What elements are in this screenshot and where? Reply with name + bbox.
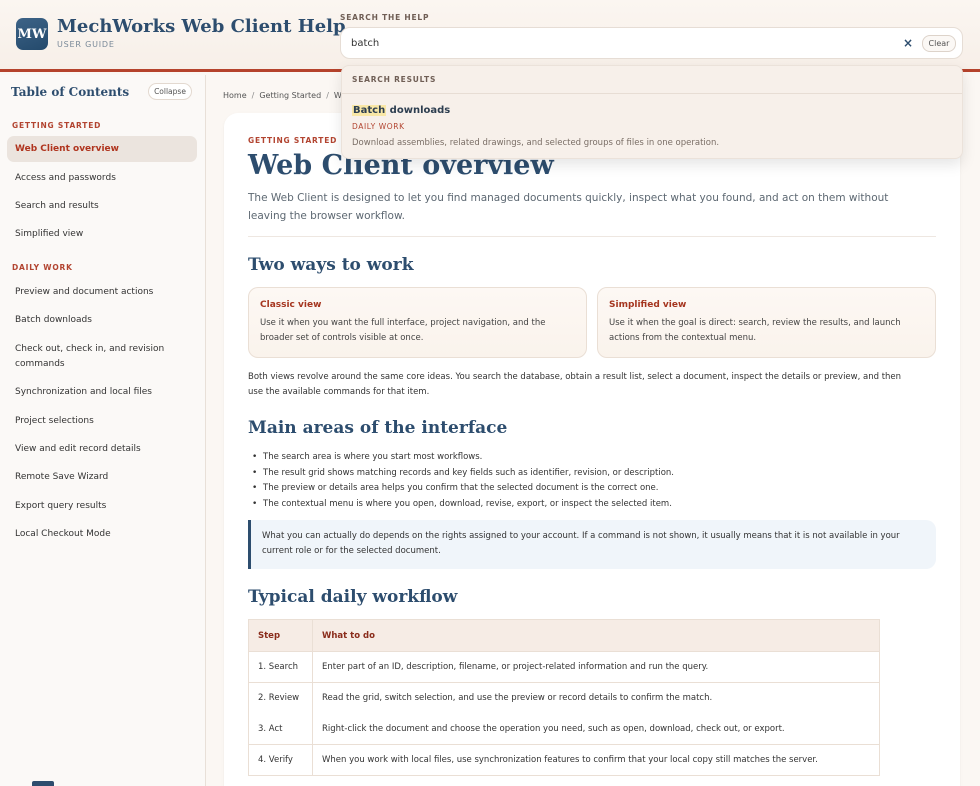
table-cell-text: Enter part of an ID, description, filena… [312,651,880,683]
app-subtitle: USER GUIDE [57,40,115,49]
search-results-header: SEARCH RESULTS [342,66,962,94]
search-result-title[interactable]: Batch downloads [352,105,450,116]
views-summary: Both views revolve around the same core … [248,372,902,397]
heading-main-areas: Main areas of the interface [248,418,508,438]
column-header-what-to-do: What to do [312,619,880,652]
sidebar-item-web-client-overview[interactable]: Web Client overview [7,136,197,162]
heading-daily-workflow: Typical daily workflow [248,587,458,607]
list-item: The search area is where you start most … [252,450,922,466]
simplified-view-title: Simplified view [609,300,687,310]
sidebar-item-remote-save-wizard[interactable]: Remote Save Wizard [7,470,197,485]
sidebar-item-local-checkout-mode[interactable]: Local Checkout Mode [7,527,197,542]
search-match-highlight: Batch [352,105,387,116]
sidebar-item-access-and-passwords[interactable]: Access and passwords [7,171,197,186]
table-cell-step: 1. Search [248,651,313,683]
search-result-description: Download assemblies, related drawings, a… [352,138,720,148]
sidebar-item-check-out-check-in[interactable]: Check out, check in, and revision comman… [7,342,197,372]
table-row: 4. Verify When you work with local files… [248,744,880,776]
table-row: 1. Search Enter part of an ID, descripti… [248,651,880,683]
rights-callout: What you can actually do depends on the … [248,520,936,569]
sidebar: Table of Contents Collapse GETTING START… [0,75,206,786]
workflow-table: Step What to do 1. Search Enter part of … [248,619,880,776]
list-item: The contextual menu is where you open, d… [252,497,922,513]
clear-button[interactable]: Clear [922,35,956,52]
column-header-step: Step [248,619,313,652]
sidebar-footer-tab[interactable] [32,781,54,786]
table-row: 2. Review Read the grid, switch selectio… [248,682,880,714]
classic-view-text: Use it when you want the full interface,… [260,318,546,343]
sidebar-item-batch-downloads[interactable]: Batch downloads [7,313,197,328]
sidebar-section-getting-started: GETTING STARTED [12,121,102,130]
table-cell-text: Read the grid, switch selection, and use… [312,682,880,714]
classic-view-card: Classic view Use it when you want the fu… [248,287,587,358]
search-result-category: DAILY WORK [352,122,405,131]
table-cell-text: When you work with local files, use sync… [312,744,880,776]
sidebar-item-export-query-results[interactable]: Export query results [7,499,197,514]
sidebar-item-synchronization[interactable]: Synchronization and local files [7,385,197,400]
heading-two-ways: Two ways to work [248,255,414,275]
table-cell-step: 3. Act [248,713,313,745]
breadcrumb-separator: / [326,91,329,100]
simplified-view-card: Simplified view Use it when the goal is … [597,287,936,358]
toc-title: Table of Contents [11,85,130,99]
table-cell-step: 2. Review [248,682,313,714]
simplified-view-text: Use it when the goal is direct: search, … [609,318,901,343]
table-cell-text: Right-click the document and choose the … [312,713,880,745]
breadcrumb-getting-started[interactable]: Getting Started [259,91,321,100]
classic-view-title: Classic view [260,300,322,310]
collapse-button[interactable]: Collapse [148,83,192,100]
search-result-title-rest: downloads [386,105,451,116]
app-header: MW MechWorks Web Client Help USER GUIDE … [0,0,980,72]
breadcrumb: Home / Getting Started / W [223,91,342,100]
table-row: 3. Act Right-click the document and choo… [248,713,880,745]
search-box: × Clear [340,27,963,59]
sidebar-item-record-details[interactable]: View and edit record details [7,442,197,457]
list-item: The result grid shows matching records a… [252,466,922,482]
sidebar-section-daily-work: DAILY WORK [12,263,73,272]
app-title[interactable]: MechWorks Web Client Help [57,16,346,37]
list-item: The preview or details area helps you co… [252,481,922,497]
page-lead: The Web Client is designed to let you fi… [248,192,889,222]
table-header-row: Step What to do [248,619,880,652]
divider [248,236,936,237]
search-label: SEARCH THE HELP [340,13,430,22]
page-kicker: GETTING STARTED [248,136,338,145]
sidebar-item-simplified-view[interactable]: Simplified view [7,227,197,242]
areas-list: The search area is where you start most … [252,450,922,512]
breadcrumb-separator: / [251,91,255,100]
breadcrumb-home[interactable]: Home [223,91,247,100]
clear-icon[interactable]: × [903,36,913,50]
logo-badge[interactable]: MW [16,18,48,50]
search-results-dropdown: SEARCH RESULTS Batch downloads DAILY WOR… [341,65,963,159]
sidebar-item-search-and-results[interactable]: Search and results [7,199,197,214]
table-cell-step: 4. Verify [248,744,313,776]
sidebar-item-preview-and-document-actions[interactable]: Preview and document actions [7,285,197,300]
search-input[interactable] [341,28,891,58]
sidebar-item-project-selections[interactable]: Project selections [7,414,197,429]
